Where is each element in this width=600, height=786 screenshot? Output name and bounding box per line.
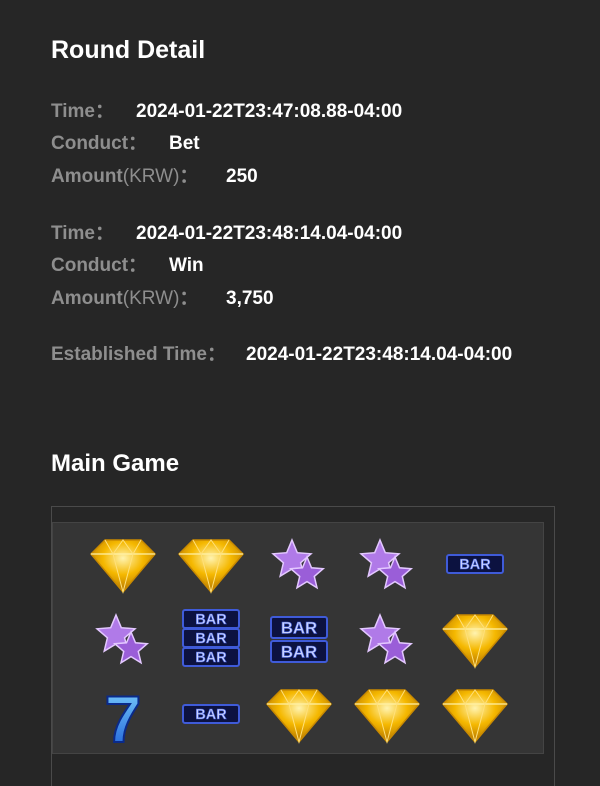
purple-star-symbol-icon xyxy=(83,603,163,677)
slot-reel-grid: 7 BAR BAR BAR BAR BAR BAR BAR xyxy=(52,522,544,754)
conduct-label: Conduct xyxy=(51,255,129,276)
established-time-row: Established Time： 2024-01-22T23:48:14.04… xyxy=(51,340,512,370)
single-bar-symbol-icon: BAR xyxy=(435,528,515,602)
main-game-title: Main Game xyxy=(51,450,180,477)
conduct-value: Win xyxy=(169,255,204,276)
time-value: 2024-01-22T23:47:08.88-04:00 xyxy=(136,101,403,122)
round-detail-title: Round Detail xyxy=(51,36,206,64)
entry-2-amount-row: Amount(KRW)： 3,750 xyxy=(51,284,274,314)
amount-label: Amount xyxy=(51,288,123,309)
conduct-label: Conduct xyxy=(51,133,129,154)
colon: ： xyxy=(128,255,148,276)
conduct-value: Bet xyxy=(169,133,200,154)
diamond-symbol-icon xyxy=(259,678,339,752)
single-bar-symbol-icon: BAR xyxy=(171,678,251,752)
entry-1-time-row: Time： 2024-01-22T23:47:08.88-04:00 xyxy=(51,97,402,127)
colon: ： xyxy=(95,101,115,122)
diamond-symbol-icon xyxy=(435,678,515,752)
colon: ： xyxy=(206,344,226,365)
purple-star-symbol-icon xyxy=(347,528,427,602)
established-time-label: Established Time xyxy=(51,344,207,365)
time-label: Time xyxy=(51,223,96,244)
double-bar-symbol-icon: BAR BAR xyxy=(259,603,339,677)
triple-bar-symbol-icon: BAR BAR BAR xyxy=(171,603,251,677)
svg-text:BAR: BAR xyxy=(195,612,227,628)
entry-1-amount-row: Amount(KRW)： 250 xyxy=(51,162,258,192)
svg-text:BAR: BAR xyxy=(195,707,227,723)
diamond-symbol-icon xyxy=(83,528,163,602)
diamond-symbol-icon xyxy=(347,678,427,752)
time-label: Time xyxy=(51,101,96,122)
amount-unit: (KRW) xyxy=(122,166,180,187)
seven-symbol-icon: 7 xyxy=(83,678,163,752)
amount-value: 3,750 xyxy=(226,288,274,309)
svg-text:BAR: BAR xyxy=(281,642,317,661)
svg-text:7: 7 xyxy=(105,682,142,752)
purple-star-symbol-icon xyxy=(259,528,339,602)
svg-text:BAR: BAR xyxy=(195,631,227,647)
time-value: 2024-01-22T23:48:14.04-04:00 xyxy=(136,223,403,244)
entry-1-conduct-row: Conduct： Bet xyxy=(51,129,200,159)
colon: ： xyxy=(128,133,148,154)
amount-value: 250 xyxy=(226,166,258,187)
established-time-value: 2024-01-22T23:48:14.04-04:00 xyxy=(246,344,513,365)
colon: ： xyxy=(95,223,115,244)
colon: ： xyxy=(179,166,199,187)
entry-2-time-row: Time： 2024-01-22T23:48:14.04-04:00 xyxy=(51,219,402,249)
amount-label: Amount xyxy=(51,166,123,187)
entry-2-conduct-row: Conduct： Win xyxy=(51,251,204,281)
round-detail-page: Round Detail Time： 2024-01-22T23:47:08.8… xyxy=(0,0,600,786)
diamond-symbol-icon xyxy=(435,603,515,677)
svg-text:BAR: BAR xyxy=(195,650,227,666)
amount-unit: (KRW) xyxy=(122,288,180,309)
svg-text:BAR: BAR xyxy=(281,618,317,637)
purple-star-symbol-icon xyxy=(347,603,427,677)
diamond-symbol-icon xyxy=(171,528,251,602)
colon: ： xyxy=(179,288,199,309)
svg-text:BAR: BAR xyxy=(459,557,491,573)
